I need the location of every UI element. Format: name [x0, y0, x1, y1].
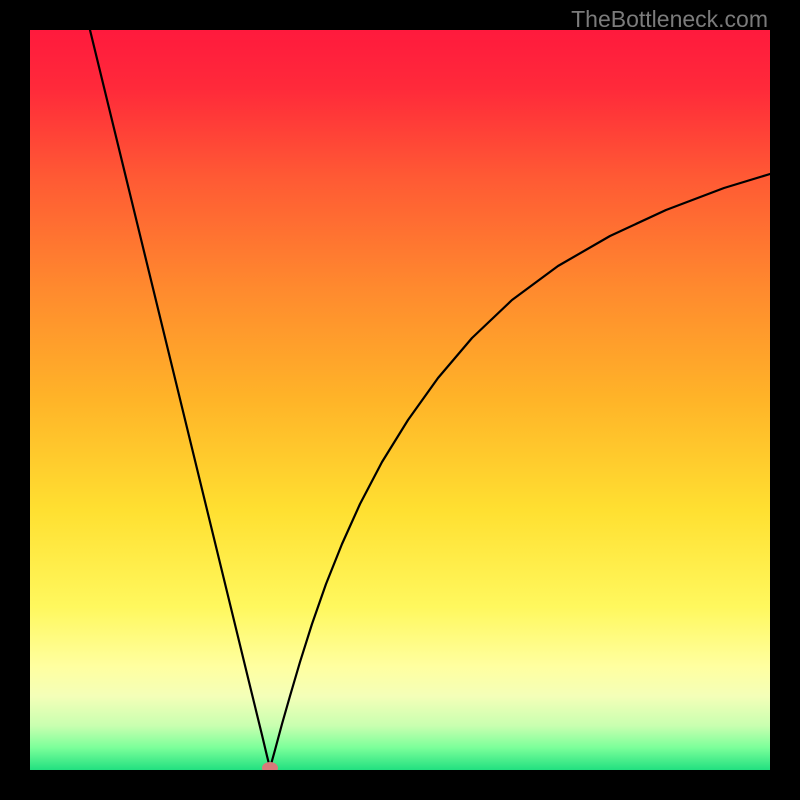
chart-frame: TheBottleneck.com [0, 0, 800, 800]
plot-area [30, 30, 770, 770]
gradient-background [30, 30, 770, 770]
watermark-text: TheBottleneck.com [571, 6, 768, 33]
bottleneck-chart [30, 30, 770, 770]
